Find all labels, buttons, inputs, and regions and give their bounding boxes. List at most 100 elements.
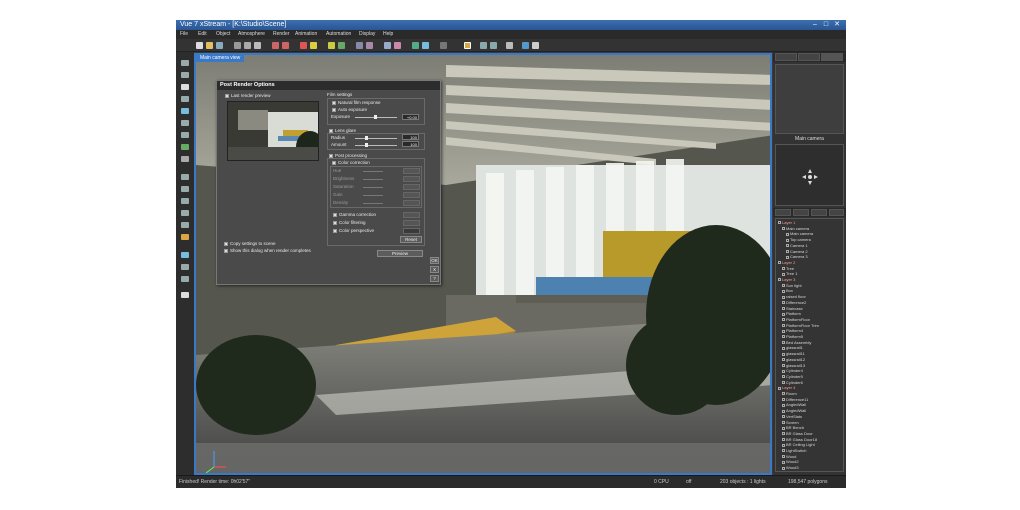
copy-icon[interactable]	[244, 42, 251, 49]
color-perspective-checkbox[interactable]	[333, 229, 337, 233]
menu-animation[interactable]: Animation	[295, 31, 317, 38]
water-tool-icon[interactable]	[181, 222, 189, 228]
tree-expand-icon[interactable]	[782, 398, 785, 402]
tree-expand-icon[interactable]	[782, 466, 785, 470]
tab-links[interactable]	[829, 209, 844, 216]
tree-expand-icon[interactable]	[782, 318, 785, 322]
tree-expand-icon[interactable]	[782, 346, 785, 350]
menu-render[interactable]: Render	[273, 31, 289, 38]
group-tool-icon[interactable]	[181, 264, 189, 270]
cube-tool-icon[interactable]	[181, 120, 189, 126]
radius-slider[interactable]	[355, 138, 397, 139]
undo-icon[interactable]	[272, 42, 279, 49]
cut-icon[interactable]	[234, 42, 241, 49]
tree-expand-icon[interactable]	[782, 324, 785, 328]
tree-expand-icon[interactable]	[782, 381, 785, 385]
wind-tool-icon[interactable]	[181, 276, 189, 282]
density-slider[interactable]	[363, 203, 383, 204]
natural-film-response-checkbox[interactable]	[332, 101, 336, 105]
menu-edit[interactable]: Edit	[198, 31, 207, 38]
menu-file[interactable]: File	[180, 31, 188, 38]
tree-expand-icon[interactable]	[782, 358, 785, 362]
terrain-tool-icon[interactable]	[181, 96, 189, 102]
text-tool-icon[interactable]	[181, 84, 189, 90]
tree-expand-icon[interactable]	[782, 420, 785, 424]
tree-expand-icon[interactable]	[782, 295, 785, 299]
tree-expand-icon[interactable]	[782, 460, 785, 464]
color-filter-swatch[interactable]	[403, 220, 420, 226]
camera-icon[interactable]	[384, 42, 391, 49]
object-tree[interactable]: Layer 1 Main camera Main camera Top camera C…	[775, 218, 844, 472]
cone-tool-icon[interactable]	[181, 132, 189, 138]
tree-object-item[interactable]: Wood3	[782, 465, 799, 471]
view-split-icon[interactable]	[490, 42, 497, 49]
tree-expand-icon[interactable]	[786, 232, 789, 236]
tree-expand-icon[interactable]	[782, 392, 785, 396]
tab-world-browser[interactable]	[775, 209, 791, 216]
color-correction-checkbox[interactable]	[332, 161, 336, 165]
rock-tool-icon[interactable]	[181, 156, 189, 162]
maximize-icon[interactable]: □	[821, 21, 831, 29]
tree-expand-icon[interactable]	[782, 403, 785, 407]
tree-expand-icon[interactable]	[782, 284, 785, 288]
saturation-slider[interactable]	[363, 187, 383, 188]
tree-expand-icon[interactable]	[782, 306, 785, 310]
tree-expand-icon[interactable]	[782, 426, 785, 430]
gamma-value[interactable]	[403, 212, 420, 218]
auto-exposure-checkbox[interactable]	[332, 108, 336, 112]
gain-value[interactable]	[403, 192, 420, 198]
tab-camera[interactable]	[775, 53, 797, 61]
tree-expand-icon[interactable]	[786, 238, 789, 242]
tab-objects[interactable]	[811, 209, 827, 216]
saturation-value[interactable]	[403, 184, 420, 190]
move-tool-icon[interactable]	[181, 72, 189, 78]
select-tool-icon[interactable]	[181, 60, 189, 66]
tree-expand-icon[interactable]	[778, 386, 781, 390]
open-icon[interactable]	[206, 42, 213, 49]
tree-expand-icon[interactable]	[782, 438, 785, 442]
gain-slider[interactable]	[363, 195, 383, 196]
sun-tool-icon[interactable]	[181, 234, 189, 240]
hue-value[interactable]	[403, 168, 420, 174]
tree-expand-icon[interactable]	[782, 409, 785, 413]
tree-expand-icon[interactable]	[786, 249, 789, 253]
tree-expand-icon[interactable]	[778, 221, 781, 225]
tree-expand-icon[interactable]	[782, 369, 785, 373]
brightness-value[interactable]	[403, 176, 420, 182]
close-icon[interactable]: ✕	[832, 21, 842, 29]
tree-expand-icon[interactable]	[782, 312, 785, 316]
tree-expand-icon[interactable]	[782, 329, 785, 333]
info-icon[interactable]	[522, 42, 529, 49]
exposure-value[interactable]: +0.00	[402, 114, 419, 120]
save-icon[interactable]	[216, 42, 223, 49]
last-render-preview-checkbox[interactable]	[225, 94, 229, 98]
light-tool-icon[interactable]	[181, 174, 189, 180]
ok-button[interactable]: OK	[430, 257, 439, 264]
new-icon[interactable]	[196, 42, 203, 49]
tree-expand-icon[interactable]	[782, 267, 785, 271]
menu-object[interactable]: Object	[216, 31, 230, 38]
tree-expand-icon[interactable]	[782, 227, 785, 231]
render-options-icon[interactable]	[440, 42, 447, 49]
tree-expand-icon[interactable]	[782, 335, 785, 339]
spotlight-tool-icon[interactable]	[181, 186, 189, 192]
boolean-icon[interactable]	[366, 42, 373, 49]
settings-icon[interactable]	[532, 42, 539, 49]
tab-preview[interactable]	[821, 53, 843, 61]
atmosphere-icon[interactable]	[422, 42, 429, 49]
exposure-slider-knob[interactable]	[374, 115, 377, 119]
radius-value[interactable]: 100	[402, 134, 419, 140]
tree-expand-icon[interactable]	[782, 455, 785, 459]
tree-expand-icon[interactable]	[778, 261, 781, 265]
tree-expand-icon[interactable]	[782, 341, 785, 345]
color-perspective-swatch[interactable]	[403, 228, 420, 234]
zoom-icon[interactable]	[506, 42, 513, 49]
hue-slider[interactable]	[363, 171, 383, 172]
menu-atmosphere[interactable]: Atmosphere	[238, 31, 265, 38]
tree-expand-icon[interactable]	[786, 244, 789, 248]
tree-expand-icon[interactable]	[778, 278, 781, 282]
cancel-button[interactable]: X	[430, 266, 439, 273]
sky-icon[interactable]	[412, 42, 419, 49]
menu-automation[interactable]: Automation	[326, 31, 351, 38]
objects-icon[interactable]	[328, 42, 335, 49]
